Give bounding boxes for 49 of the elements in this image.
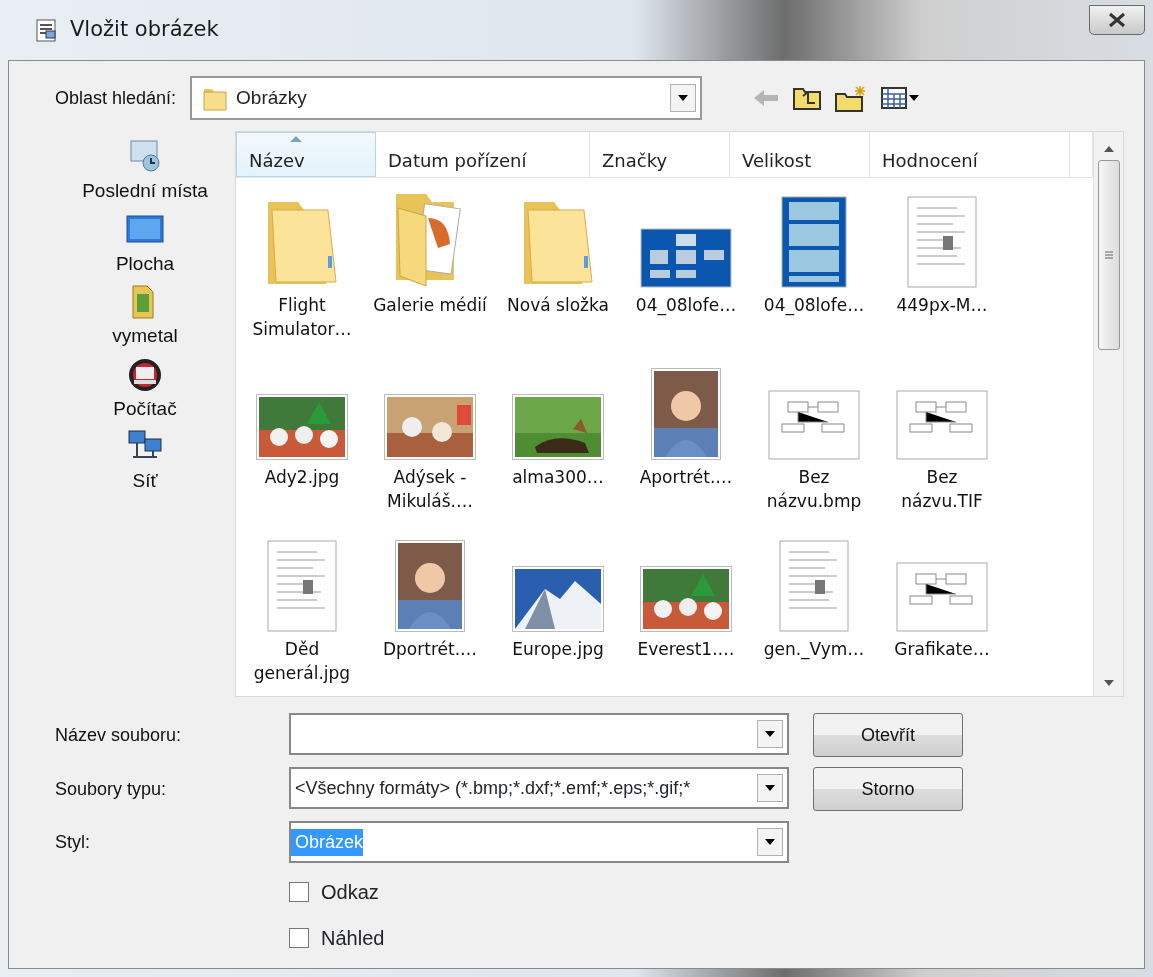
file-name[interactable]: Flight Simulator… [245,294,359,342]
checkbox-label: Odkaz [321,880,379,905]
sidebar-item[interactable]: Počítač [113,354,177,423]
up-folder-icon[interactable] [792,85,823,111]
sidebar-item[interactable]: Poslední místa [82,137,208,206]
file-name[interactable]: Galerie médií [373,294,487,318]
sidebar-item[interactable]: vymetal [112,282,178,351]
file-name[interactable]: Nová složka [501,294,615,318]
look-in-label: Oblast hledání: [55,86,177,110]
checkbox-label: Náhled [321,926,385,951]
grip-icon [1103,250,1114,260]
file-name[interactable]: Aportrét.… [629,466,743,490]
file-name[interactable]: Dportrét.… [373,638,487,662]
field-label: Soubory typu: [55,777,168,801]
column-header[interactable]: Název [236,132,376,177]
file-name[interactable]: Europe.jpg [501,638,615,662]
window-title: Vložit obrázek [70,16,219,44]
look-in-dropdown[interactable]: Obrázky [190,76,703,120]
view-menu-icon[interactable] [880,85,921,111]
file-name[interactable]: Děd generál.jpg [245,638,359,686]
dropdown-arrow-icon[interactable] [763,783,777,793]
sidebar-item[interactable]: Plocha [115,209,175,278]
dropdown-field[interactable]: <Všechny formáty> (*.bmp;*.dxf;*.emf;*.eps;*.gif;* [289,767,789,809]
dropdown-arrow-icon[interactable] [763,837,777,847]
checkbox[interactable] [289,882,309,902]
sort-arrow-icon [289,135,303,143]
dropdown-arrow-icon[interactable] [676,93,691,103]
file-name[interactable]: 449px-M… [885,294,999,318]
sidebar-item[interactable]: Síť [125,427,165,496]
file-name[interactable]: gen._Vym… [757,638,871,662]
dropdown-field[interactable] [289,713,789,755]
file-name[interactable]: Bez názvu.bmp [757,466,871,514]
checkbox[interactable] [289,928,309,948]
file-name[interactable]: Grafikate… [885,638,999,662]
scrollbar[interactable] [1093,132,1123,696]
file-name[interactable]: alma300… [501,466,615,490]
file-name[interactable]: Bez názvu.TIF [885,466,999,514]
close-icon [1107,12,1127,28]
file-name[interactable]: Adýsek -Mikuláš.… [373,466,487,514]
file-name[interactable]: 04_08lofe… [757,294,871,318]
field-label: Styl: [55,830,91,854]
dialog-button[interactable]: Otevřít [813,713,963,757]
file-name[interactable]: 04_08lofe… [629,294,743,318]
close-button[interactable] [1089,5,1145,35]
dialog-button[interactable]: Storno [813,767,963,811]
dropdown-arrow-icon[interactable] [763,729,777,739]
file-name[interactable]: Ady2.jpg [245,466,359,490]
field-label: Název souboru: [55,723,183,747]
file-name[interactable]: Everest1.… [629,638,743,662]
